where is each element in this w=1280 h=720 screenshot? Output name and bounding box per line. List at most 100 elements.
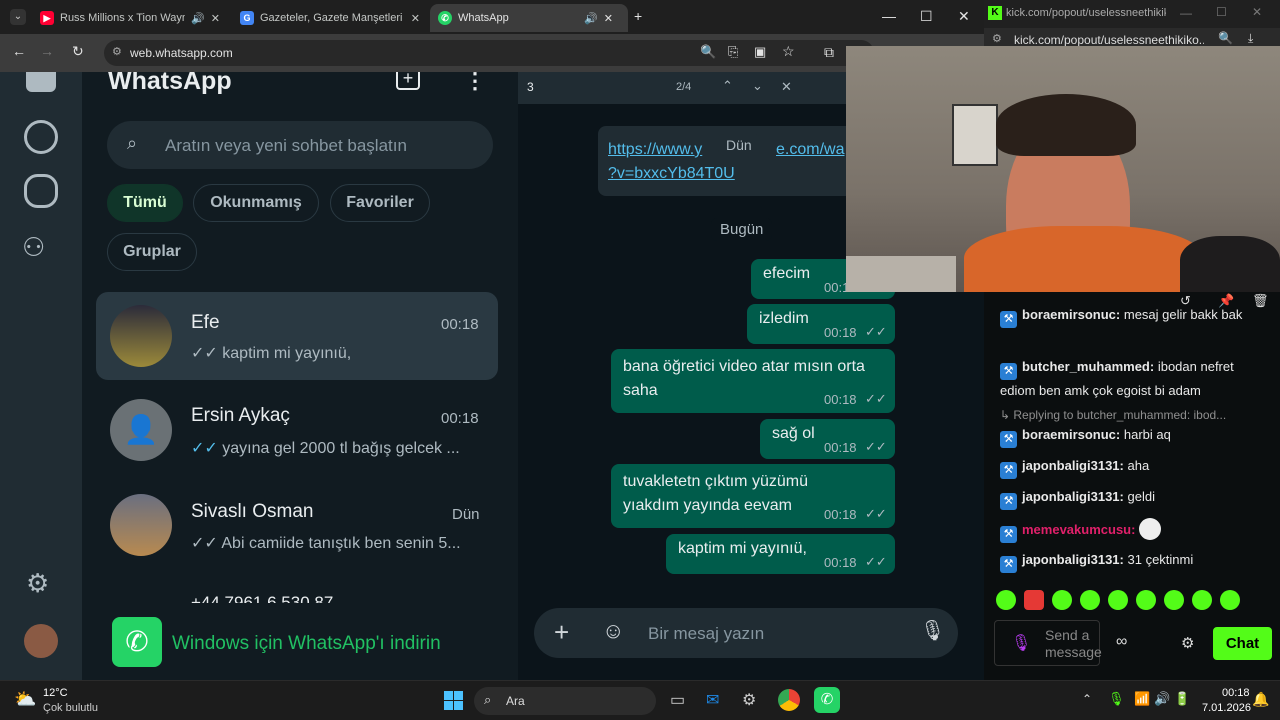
emote-icon[interactable] bbox=[1108, 590, 1128, 610]
speaker-icon[interactable]: 🔊 bbox=[191, 12, 205, 25]
profile-avatar[interactable] bbox=[24, 624, 58, 658]
taskbar-search[interactable]: ⌕ Ara bbox=[474, 687, 656, 715]
close-icon[interactable]: ✕ bbox=[781, 79, 792, 95]
message-input[interactable]: Bir mesaj yazın bbox=[648, 624, 764, 644]
start-icon[interactable] bbox=[444, 691, 463, 710]
communities-icon[interactable]: ⚇ bbox=[22, 232, 45, 263]
tab-whatsapp[interactable]: ✆ WhatsApp 🔊 ✕ bbox=[430, 4, 628, 32]
microphone-icon[interactable]: 🎙 bbox=[1108, 691, 1125, 707]
chat-message: ⚒ japonbaligi3131: geldi bbox=[1000, 486, 1272, 510]
install-icon[interactable]: ⎘ bbox=[728, 44, 738, 60]
chevron-up-icon[interactable]: ⌃ bbox=[722, 78, 733, 94]
reload-icon[interactable]: ↻ bbox=[72, 43, 84, 60]
menu-dots-icon[interactable]: ⋮ bbox=[464, 72, 486, 94]
close-icon[interactable]: ✕ bbox=[604, 12, 613, 25]
tab-gazeteler[interactable]: G Gazeteler, Gazete Manşetleri - G ✕ bbox=[232, 4, 428, 32]
chrome-icon[interactable] bbox=[778, 689, 800, 711]
emote-bar bbox=[996, 590, 1256, 614]
app-icon[interactable]: ⚙ bbox=[742, 690, 756, 710]
new-chat-icon[interactable]: + bbox=[396, 72, 420, 90]
link-text[interactable]: e.com/wa bbox=[776, 141, 844, 159]
tab-youtube[interactable]: ▶ Russ Millions x Tion Wayne 🔊 ✕ bbox=[32, 4, 228, 32]
close-icon[interactable]: ✕ bbox=[211, 12, 220, 25]
filter-groups[interactable]: Gruplar bbox=[107, 233, 197, 271]
filter-favorites[interactable]: Favoriler bbox=[330, 184, 430, 222]
tab-search-icon[interactable]: ⌄ bbox=[10, 9, 26, 25]
download-banner[interactable]: +44 7961 6 530 87 ✆ Windows için WhatsAp… bbox=[82, 593, 518, 680]
extensions-icon[interactable]: ⧉ bbox=[824, 44, 834, 61]
chat-row-efe[interactable]: Efe 00:18 ✓✓ kaptim mi yayınıü, bbox=[96, 292, 498, 380]
emote-icon[interactable] bbox=[1136, 590, 1156, 610]
chat-username[interactable]: japonbaligi3131: bbox=[1022, 458, 1124, 473]
sticker-icon[interactable]: ☺ bbox=[602, 618, 624, 644]
forward-icon[interactable]: → bbox=[40, 43, 54, 59]
chat-username[interactable]: butcher_muhammed: bbox=[1022, 359, 1154, 374]
channels-icon[interactable] bbox=[24, 174, 58, 208]
status-icon[interactable] bbox=[24, 120, 58, 154]
emote-icon[interactable] bbox=[1164, 590, 1184, 610]
notification-icon[interactable]: 🔔 bbox=[1252, 691, 1269, 708]
chat-username[interactable]: memevakumcusu: bbox=[1022, 522, 1135, 537]
chat-badge-icon: ⚒ bbox=[1000, 526, 1017, 543]
chat-row-ersin[interactable]: 👤 Ersin Aykaç 00:18 ✓✓ yayına gel 2000 t… bbox=[96, 385, 498, 473]
person-hair bbox=[996, 94, 1136, 156]
filter-unread[interactable]: Okunmamış bbox=[193, 184, 319, 222]
chat-send-button[interactable]: Chat bbox=[1213, 627, 1272, 660]
microphone-icon[interactable]: 🎙 bbox=[1011, 633, 1031, 653]
settings-gear-icon[interactable]: ⚙ bbox=[1181, 634, 1194, 652]
chat-username[interactable]: boraemirsonuc: bbox=[1022, 307, 1120, 322]
weather-icon[interactable]: ⛅ bbox=[14, 689, 36, 710]
window-close-button[interactable]: ✕ bbox=[958, 8, 970, 25]
clock-time[interactable]: 00:18 bbox=[1222, 687, 1250, 699]
whatsapp-taskbar-icon[interactable]: ✆ bbox=[814, 687, 840, 713]
zoom-icon[interactable]: 🔍 bbox=[1218, 31, 1233, 45]
new-tab-button[interactable]: + bbox=[634, 8, 642, 24]
emote-icon[interactable] bbox=[1080, 590, 1100, 610]
chevron-down-icon[interactable]: ⌄ bbox=[752, 78, 763, 94]
bookmark-star-icon[interactable]: ☆ bbox=[782, 43, 795, 60]
attach-plus-icon[interactable]: + bbox=[554, 617, 569, 648]
download-icon[interactable]: ⤓ bbox=[1248, 31, 1253, 46]
speaker-icon[interactable]: 🔊 bbox=[584, 12, 598, 25]
site-info-icon[interactable]: ⚙ bbox=[112, 45, 122, 58]
back-icon[interactable]: ← bbox=[12, 43, 26, 59]
microphone-icon[interactable]: 🎙 bbox=[920, 618, 945, 643]
minimize-button[interactable]: — bbox=[1180, 6, 1192, 20]
maximize-button[interactable]: ☐ bbox=[920, 8, 933, 25]
filter-all[interactable]: Tümü bbox=[107, 184, 183, 222]
chat-username[interactable]: japonbaligi3131: bbox=[1022, 552, 1124, 567]
window-close-button[interactable]: ✕ bbox=[1252, 5, 1262, 19]
find-input[interactable]: 3 bbox=[527, 80, 534, 94]
emote-icon[interactable] bbox=[1192, 590, 1212, 610]
message-bubble: sağ ol 00:18 ✓✓ bbox=[760, 419, 895, 459]
emote-icon[interactable] bbox=[1052, 590, 1072, 610]
chat-username[interactable]: japonbaligi3131: bbox=[1022, 489, 1124, 504]
volume-icon[interactable]: 🔊 bbox=[1154, 691, 1170, 707]
emote-icon[interactable] bbox=[1024, 590, 1044, 610]
address-bar[interactable]: ⚙ web.whatsapp.com 🔍 ⎘ ▣ ☆ bbox=[104, 40, 874, 66]
zoom-icon[interactable]: 🔍 bbox=[700, 44, 716, 60]
chats-icon[interactable] bbox=[26, 72, 56, 92]
emote-icon[interactable] bbox=[996, 590, 1016, 610]
site-info-icon[interactable]: ⚙ bbox=[992, 32, 1002, 45]
chat-username[interactable]: boraemirsonuc: bbox=[1022, 427, 1120, 442]
link-text[interactable]: https://www.y bbox=[608, 141, 702, 159]
emote-icon[interactable] bbox=[1220, 590, 1240, 610]
search-box[interactable]: ⌕ Aratın veya yeni sohbet başlatın bbox=[107, 121, 493, 169]
maximize-button[interactable]: ☐ bbox=[1216, 5, 1227, 19]
outlook-icon[interactable]: ✉ bbox=[706, 690, 719, 710]
chat-input[interactable]: 🎙 Send a message bbox=[994, 620, 1102, 666]
clock-date[interactable]: 7.01.2026 bbox=[1202, 702, 1251, 714]
link-text[interactable]: ?v=bxxcYb84T0U bbox=[608, 165, 735, 183]
chat-row-sivasli[interactable]: Sivaslı Osman Dün ✓✓ Abi camiide tanıştı… bbox=[96, 480, 498, 568]
task-view-icon[interactable]: ▭ bbox=[670, 690, 685, 710]
minimize-button[interactable]: — bbox=[882, 8, 896, 24]
message-time: 00:18 bbox=[824, 555, 857, 570]
wifi-icon[interactable]: 📶 bbox=[1134, 691, 1150, 707]
tray-chevron-icon[interactable]: ⌃ bbox=[1082, 692, 1092, 706]
battery-icon[interactable]: 🔋 bbox=[1174, 691, 1190, 707]
close-icon[interactable]: ✕ bbox=[411, 12, 420, 25]
reader-icon[interactable]: ▣ bbox=[754, 44, 766, 60]
settings-gear-icon[interactable]: ⚙ bbox=[26, 568, 49, 599]
emote-picker-icon[interactable]: ∞ bbox=[1116, 633, 1127, 651]
